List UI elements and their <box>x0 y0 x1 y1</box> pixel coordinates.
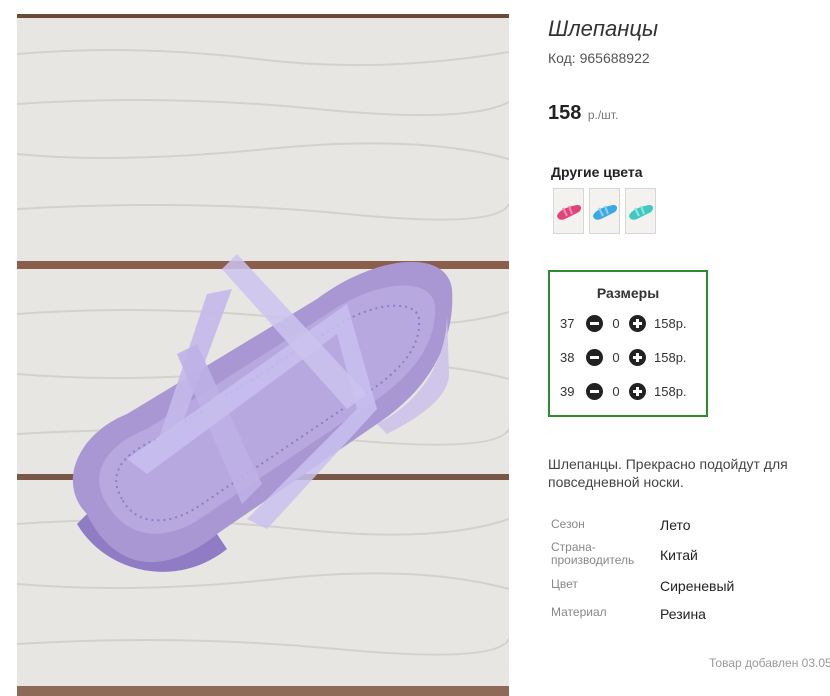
product-description: Шлепанцы. Прекрасно подойдут для повседн… <box>548 456 788 490</box>
decrease-button[interactable] <box>586 314 603 332</box>
property-key: Страна-производитель <box>551 540 635 567</box>
product-title: Шлепанцы <box>548 16 659 41</box>
size-label: 38 <box>560 349 575 365</box>
size-label: 39 <box>560 383 575 399</box>
quantity-value: 0 <box>612 315 620 331</box>
size-row: 38 0 158р. <box>560 347 687 367</box>
color-swatches <box>553 188 656 234</box>
sandal-photo-icon <box>17 14 509 696</box>
product-price: 158 р./шт. <box>548 102 618 125</box>
increase-button[interactable] <box>629 314 646 332</box>
property-key: Сезон <box>551 517 585 531</box>
size-label: 37 <box>560 315 575 331</box>
property-value: Лето <box>660 517 691 533</box>
color-swatch-pink[interactable] <box>553 188 584 234</box>
size-price: 158р. <box>654 349 687 365</box>
size-row: 39 0 158р. <box>560 381 687 401</box>
property-value: Китай <box>660 547 698 563</box>
quantity-value: 0 <box>612 383 620 399</box>
other-colors-title: Другие цвета <box>551 164 643 180</box>
increase-button[interactable] <box>629 382 646 400</box>
property-value: Резина <box>660 606 706 622</box>
size-price: 158р. <box>654 315 687 331</box>
blue-sandal-thumbnail-icon <box>593 205 618 220</box>
price-value: 158 <box>548 102 582 124</box>
color-swatch-turquoise[interactable] <box>625 188 656 234</box>
property-value: Сиреневый <box>660 578 735 594</box>
product-code: Код: 965688922 <box>548 50 650 66</box>
decrease-button[interactable] <box>586 348 603 366</box>
size-price: 158р. <box>654 383 687 399</box>
date-added: Товар добавлен 03.05 <box>709 656 830 670</box>
property-key: Материал <box>551 605 607 619</box>
product-photo[interactable] <box>17 14 509 696</box>
turquoise-sandal-thumbnail-icon <box>629 205 654 220</box>
increase-button[interactable] <box>629 348 646 366</box>
quantity-value: 0 <box>612 349 620 365</box>
size-row: 37 0 158р. <box>560 313 687 333</box>
property-key: Цвет <box>551 577 578 591</box>
sizes-panel: Размеры 37 0 158р. 38 0 158р. 39 0 158р. <box>548 270 708 417</box>
decrease-button[interactable] <box>586 382 603 400</box>
sizes-title: Размеры <box>596 285 660 301</box>
pink-sandal-thumbnail-icon <box>557 205 582 220</box>
price-unit: р./шт. <box>587 108 619 122</box>
color-swatch-blue[interactable] <box>589 188 620 234</box>
